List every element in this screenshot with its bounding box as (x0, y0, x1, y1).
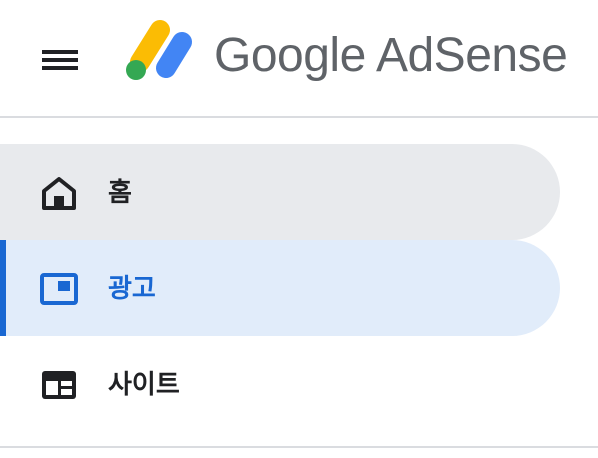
side-navigation: 홈 광고 사이트 (0, 144, 598, 432)
nav-item-ads[interactable]: 광고 (0, 240, 560, 336)
brand-name: Google AdSense (214, 29, 568, 82)
nav-item-home[interactable]: 홈 (0, 144, 560, 240)
sites-icon (42, 371, 76, 399)
nav-label-sites: 사이트 (108, 369, 180, 399)
adsense-sidebar: Google AdSense 홈 광고 사이트 (0, 0, 598, 458)
main-menu-button[interactable] (30, 32, 90, 88)
nav-item-sites[interactable]: 사이트 (0, 336, 560, 432)
section-divider (0, 446, 598, 448)
home-icon (42, 177, 76, 210)
hamburger-menu-icon (42, 50, 78, 70)
active-indicator (0, 240, 6, 336)
adsense-logo-icon (126, 20, 192, 80)
nav-label-ads: 광고 (108, 273, 156, 303)
nav-label-home: 홈 (108, 177, 132, 207)
app-header: Google AdSense (0, 0, 598, 118)
ads-icon (40, 273, 78, 305)
